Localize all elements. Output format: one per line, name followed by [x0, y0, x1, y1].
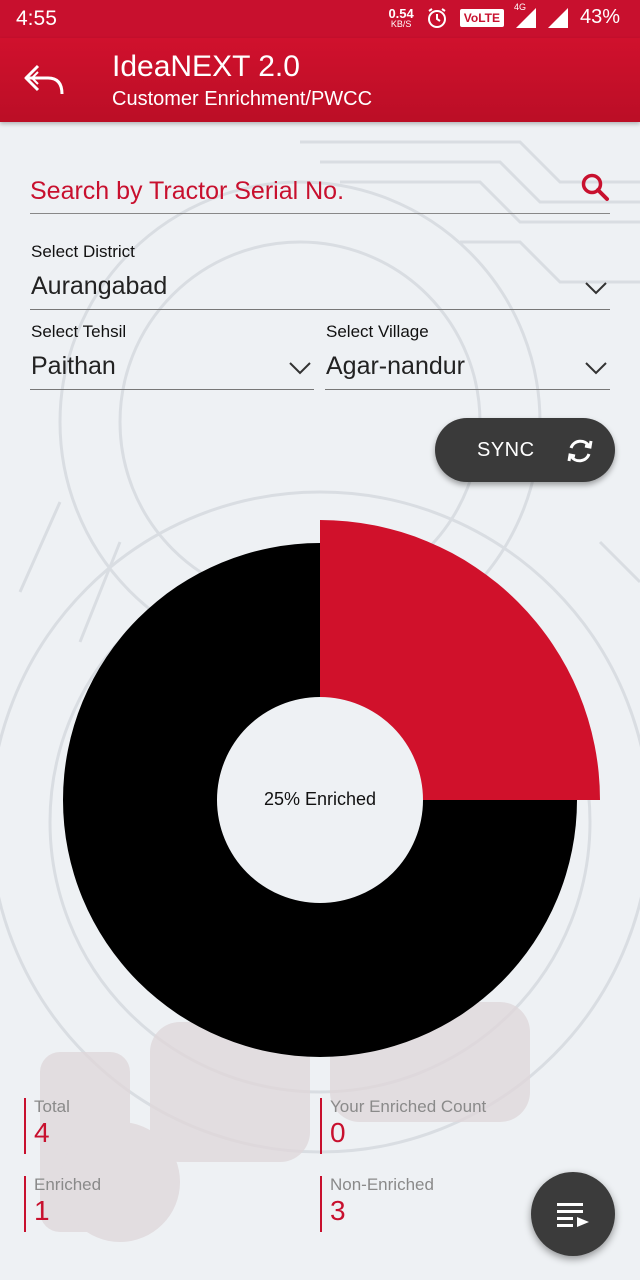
signal-icon — [547, 7, 568, 28]
district-dropdown[interactable]: Aurangabad — [30, 266, 610, 310]
tehsil-dropdown[interactable]: Paithan — [30, 346, 314, 390]
chevron-down-icon — [289, 362, 311, 375]
stat-non-enriched-value: 3 — [330, 1195, 346, 1226]
app-title: IdeaNEXT 2.0 — [112, 50, 300, 83]
speed-value: 0.54 — [388, 5, 414, 21]
stat-enriched-value: 1 — [34, 1195, 50, 1226]
stat-enriched: Enriched 1 — [24, 1176, 101, 1232]
stat-non-enriched-label: Non-Enriched — [330, 1175, 434, 1194]
sync-icon — [567, 439, 593, 463]
district-value: Aurangabad — [31, 272, 168, 300]
search-icon[interactable] — [580, 172, 610, 202]
donut-slice-enriched[interactable] — [320, 520, 600, 800]
chevron-down-icon — [585, 282, 607, 295]
stat-total: Total 4 — [24, 1098, 70, 1154]
district-label: Select District — [31, 242, 135, 261]
sync-button-label: SYNC — [477, 439, 535, 461]
village-label: Select Village — [326, 322, 429, 341]
stat-your-enriched: Your Enriched Count 0 — [320, 1098, 486, 1154]
status-time: 4:55 — [16, 7, 57, 30]
search-input[interactable] — [30, 170, 570, 212]
enrichment-donut-chart: 25% Enriched — [63, 520, 600, 1057]
signal-4g-icon: 4G — [514, 2, 536, 28]
chevron-down-icon — [585, 362, 607, 375]
chart-center-label: 25% Enriched — [264, 789, 376, 809]
network-type: 4G — [513, 1, 526, 12]
stat-your-enriched-value: 0 — [330, 1117, 346, 1148]
network-speed: 0.54 KB/S — [388, 7, 413, 29]
village-value: Agar-nandur — [326, 352, 465, 380]
speed-unit: KB/S — [390, 18, 412, 29]
app-subtitle: Customer Enrichment/PWCC — [112, 88, 373, 110]
sync-button[interactable]: SYNC — [435, 418, 615, 482]
back-arrow-icon[interactable] — [22, 60, 66, 100]
battery-level: 43% — [579, 6, 620, 28]
stat-total-value: 4 — [34, 1117, 50, 1148]
stat-non-enriched: Non-Enriched 3 — [320, 1176, 434, 1232]
tehsil-label: Select Tehsil — [31, 322, 127, 341]
village-dropdown[interactable]: Agar-nandur — [325, 346, 610, 390]
status-bar: 4:55 0.54 KB/S VoLTE 4G 43% — [0, 0, 640, 38]
stat-total-label: Total — [34, 1097, 70, 1116]
stat-enriched-label: Enriched — [34, 1175, 102, 1194]
main-content: Select District Aurangabad Select Tehsil… — [0, 0, 640, 1280]
volte-badge: VoLTE — [459, 8, 504, 27]
tehsil-value: Paithan — [31, 352, 116, 380]
playlist-icon — [557, 1203, 589, 1227]
alarm-icon — [427, 7, 446, 28]
search-bar — [30, 170, 610, 214]
menu-fab-button[interactable] — [531, 1172, 615, 1256]
stat-your-enriched-label: Your Enriched Count — [330, 1097, 487, 1116]
app-bar: IdeaNEXT 2.0 Customer Enrichment/PWCC — [0, 38, 640, 122]
